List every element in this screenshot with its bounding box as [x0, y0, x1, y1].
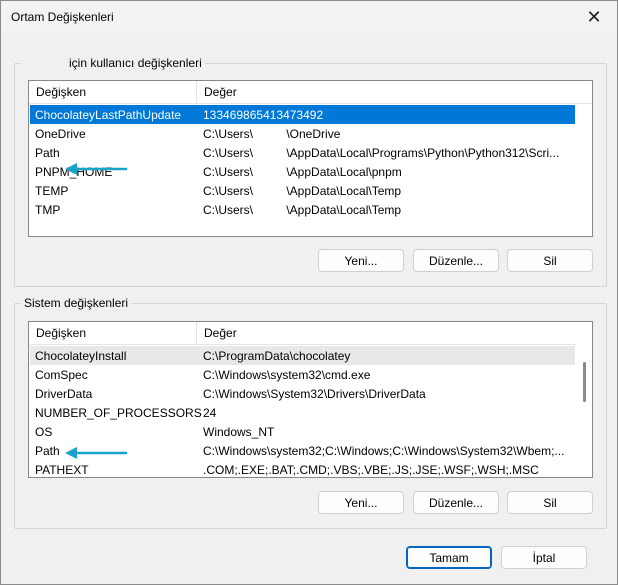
system-var-value: .COM;.EXE;.BAT;.CMD;.VBS;.VBE;.JS;.JSE;.…: [203, 463, 539, 477]
system-var-name: Path: [35, 444, 60, 458]
column-divider[interactable]: [196, 322, 197, 344]
system-var-row[interactable]: ComSpec C:\Windows\system32\cmd.exe: [30, 365, 575, 384]
system-var-row[interactable]: DriverData C:\Windows\System32\Drivers\D…: [30, 384, 575, 403]
system-var-name: ChocolateyInstall: [35, 349, 127, 363]
user-var-name: OneDrive: [35, 127, 86, 141]
annotation-arrow-icon: [65, 163, 127, 175]
user-edit-button[interactable]: Düzenle...: [413, 249, 499, 272]
system-var-name: PATHEXT: [35, 463, 89, 477]
user-var-row[interactable]: Path C:\Users\ \AppData\Local\Programs\P…: [30, 143, 575, 162]
system-var-value: C:\Windows\system32;C:\Windows;C:\Window…: [203, 444, 565, 458]
column-header-value[interactable]: Değer: [204, 85, 237, 99]
window-title: Ortam Değişkenleri: [11, 10, 114, 24]
user-var-value: C:\Users\ \AppData\Local\Temp: [203, 203, 402, 217]
system-var-value: Windows_NT: [203, 425, 275, 439]
column-divider[interactable]: [196, 81, 197, 103]
column-header-value[interactable]: Değer: [204, 326, 237, 340]
ok-button[interactable]: Tamam: [406, 546, 492, 569]
user-var-name: TMP: [35, 203, 61, 217]
system-var-name: NUMBER_OF_PROCESSORS: [35, 406, 202, 420]
user-var-row[interactable]: ChocolateyLastPathUpdate 133469865413473…: [30, 105, 575, 124]
system-var-row[interactable]: ChocolateyInstall C:\ProgramData\chocola…: [30, 346, 575, 365]
user-variables-group: için kullanıcı değişkenleri Değişken Değ…: [14, 56, 607, 287]
column-header-variable[interactable]: Değişken: [36, 85, 86, 99]
user-var-value: 133469865413473492: [203, 108, 324, 122]
user-var-value: C:\Users\ \AppData\Local\pnpm: [203, 165, 402, 179]
user-var-value: C:\Users\ \OneDrive: [203, 127, 341, 141]
system-var-value: C:\ProgramData\chocolatey: [203, 349, 351, 363]
user-variables-group-title: için kullanıcı değişkenleri: [21, 56, 205, 70]
user-variables-header: Değişken Değer: [29, 81, 592, 104]
scrollbar-thumb[interactable]: [583, 362, 586, 402]
close-icon: ✕: [586, 6, 602, 27]
system-variables-group-title: Sistem değişkenleri: [21, 296, 132, 310]
system-variables-group: Sistem değişkenleri Değişken Değer Choco…: [14, 296, 607, 529]
user-delete-button[interactable]: Sil: [507, 249, 593, 272]
user-var-name: TEMP: [35, 184, 69, 198]
system-variables-header: Değişken Değer: [29, 322, 592, 345]
system-var-row[interactable]: OS Windows_NT: [30, 422, 575, 441]
system-list-scrollbar[interactable]: [576, 344, 592, 477]
user-var-value: C:\Users\ \AppData\Local\Programs\Python…: [203, 146, 560, 160]
user-variables-list[interactable]: Değişken Değer ChocolateyLastPathUpdate …: [28, 80, 593, 237]
system-var-row[interactable]: PATHEXT .COM;.EXE;.BAT;.CMD;.VBS;.VBE;.J…: [30, 460, 575, 477]
user-new-button[interactable]: Yeni...: [318, 249, 404, 272]
redacted-username: [24, 57, 69, 70]
system-var-name: OS: [35, 425, 53, 439]
system-new-button[interactable]: Yeni...: [318, 491, 404, 514]
user-var-row[interactable]: TMP C:\Users\ \AppData\Local\Temp: [30, 200, 575, 219]
system-var-row[interactable]: NUMBER_OF_PROCESSORS 24: [30, 403, 575, 422]
system-var-name: ComSpec: [35, 368, 88, 382]
annotation-arrow-icon: [65, 447, 127, 459]
user-var-value: C:\Users\ \AppData\Local\Temp: [203, 184, 402, 198]
system-var-value: C:\Windows\system32\cmd.exe: [203, 368, 371, 382]
system-var-name: DriverData: [35, 387, 93, 401]
system-variables-list[interactable]: Değişken Değer ChocolateyInstall C:\Prog…: [28, 321, 593, 478]
system-var-value: C:\Windows\System32\Drivers\DriverData: [203, 387, 426, 401]
user-var-row[interactable]: TEMP C:\Users\ \AppData\Local\Temp: [30, 181, 575, 200]
title-bar: Ortam Değişkenleri ✕: [1, 1, 617, 33]
user-var-row[interactable]: OneDrive C:\Users\ \OneDrive: [30, 124, 575, 143]
user-variables-title-text: için kullanıcı değişkenleri: [69, 56, 202, 70]
system-delete-button[interactable]: Sil: [507, 491, 593, 514]
column-header-variable[interactable]: Değişken: [36, 326, 86, 340]
system-edit-button[interactable]: Düzenle...: [413, 491, 499, 514]
environment-variables-dialog: Ortam Değişkenleri ✕ için kullanıcı deği…: [0, 0, 618, 585]
system-var-value: 24: [203, 406, 217, 420]
close-button[interactable]: ✕: [571, 1, 617, 33]
user-var-name: Path: [35, 146, 60, 160]
user-var-name: ChocolateyLastPathUpdate: [35, 108, 182, 122]
cancel-button[interactable]: İptal: [501, 546, 587, 569]
